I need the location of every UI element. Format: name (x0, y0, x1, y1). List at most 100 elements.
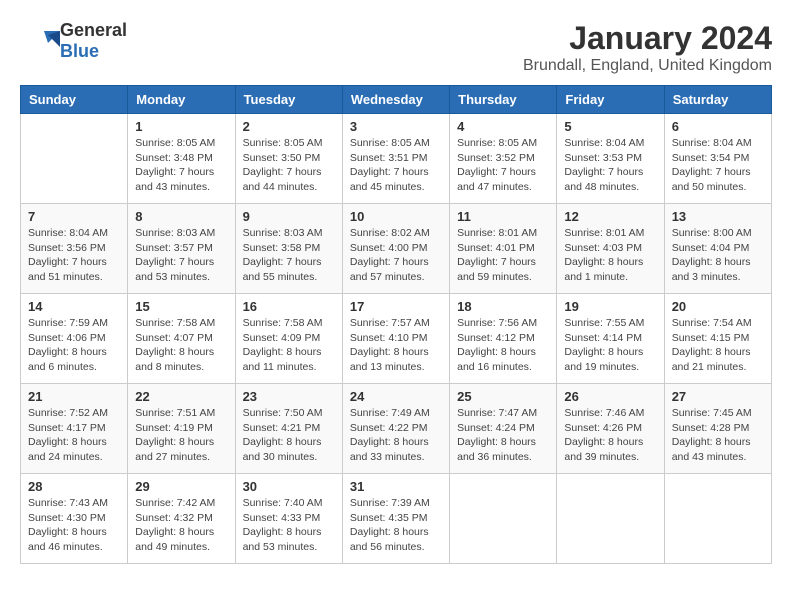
month-title: January 2024 (523, 20, 772, 57)
calendar-cell: 7 Sunrise: 8:04 AM Sunset: 3:56 PM Daylig… (21, 204, 128, 294)
calendar-cell: 17 Sunrise: 7:57 AM Sunset: 4:10 PM Dayli… (342, 294, 449, 384)
day-info: Sunrise: 7:49 AM Sunset: 4:22 PM Dayligh… (350, 406, 442, 465)
day-number: 31 (350, 479, 442, 494)
day-info: Sunrise: 8:00 AM Sunset: 4:04 PM Dayligh… (672, 226, 764, 285)
day-info: Sunrise: 7:57 AM Sunset: 4:10 PM Dayligh… (350, 316, 442, 375)
day-info: Sunrise: 7:46 AM Sunset: 4:26 PM Dayligh… (564, 406, 656, 465)
day-number: 4 (457, 119, 549, 134)
day-number: 30 (243, 479, 335, 494)
day-number: 14 (28, 299, 120, 314)
calendar-cell: 4Sunrise: 8:05 AM Sunset: 3:52 PM Daylig… (450, 114, 557, 204)
day-info: Sunrise: 7:55 AM Sunset: 4:14 PM Dayligh… (564, 316, 656, 375)
day-info: Sunrise: 8:05 AM Sunset: 3:48 PM Dayligh… (135, 136, 227, 195)
calendar-week-row: 28 Sunrise: 7:43 AM Sunset: 4:30 PM Dayli… (21, 474, 772, 564)
calendar-week-row: 21 Sunrise: 7:52 AM Sunset: 4:17 PM Dayli… (21, 384, 772, 474)
logo-blue: Blue (60, 41, 99, 61)
day-info: Sunrise: 8:04 AM Sunset: 3:54 PM Dayligh… (672, 136, 764, 195)
day-info: Sunrise: 7:58 AM Sunset: 4:07 PM Dayligh… (135, 316, 227, 375)
day-number: 26 (564, 389, 656, 404)
calendar-cell: 10Sunrise: 8:02 AM Sunset: 4:00 PM Dayli… (342, 204, 449, 294)
calendar-cell: 27 Sunrise: 7:45 AM Sunset: 4:28 PM Dayli… (664, 384, 771, 474)
calendar-table: SundayMondayTuesdayWednesdayThursdayFrid… (20, 85, 772, 564)
header: General Blue January 2024 Brundall, Engl… (20, 20, 772, 75)
calendar-cell: 2 Sunrise: 8:05 AM Sunset: 3:50 PM Daylig… (235, 114, 342, 204)
day-info: Sunrise: 8:04 AM Sunset: 3:53 PM Dayligh… (564, 136, 656, 195)
day-number: 1 (135, 119, 227, 134)
day-number: 11 (457, 209, 549, 224)
header-cell-monday: Monday (128, 86, 235, 114)
day-number: 6 (672, 119, 764, 134)
day-info: Sunrise: 7:58 AM Sunset: 4:09 PM Dayligh… (243, 316, 335, 375)
calendar-cell: 24 Sunrise: 7:49 AM Sunset: 4:22 PM Dayli… (342, 384, 449, 474)
calendar-cell: 8Sunrise: 8:03 AM Sunset: 3:57 PM Daylig… (128, 204, 235, 294)
calendar-cell (664, 474, 771, 564)
day-number: 19 (564, 299, 656, 314)
day-number: 7 (28, 209, 120, 224)
calendar-week-row: 1 Sunrise: 8:05 AM Sunset: 3:48 PM Daylig… (21, 114, 772, 204)
header-cell-thursday: Thursday (450, 86, 557, 114)
logo: General Blue (20, 20, 127, 62)
day-info: Sunrise: 8:01 AM Sunset: 4:03 PM Dayligh… (564, 226, 656, 285)
day-info: Sunrise: 7:56 AM Sunset: 4:12 PM Dayligh… (457, 316, 549, 375)
calendar-cell: 6 Sunrise: 8:04 AM Sunset: 3:54 PM Daylig… (664, 114, 771, 204)
calendar-cell: 12Sunrise: 8:01 AM Sunset: 4:03 PM Dayli… (557, 204, 664, 294)
calendar-cell: 29Sunrise: 7:42 AM Sunset: 4:32 PM Dayli… (128, 474, 235, 564)
day-info: Sunrise: 8:05 AM Sunset: 3:51 PM Dayligh… (350, 136, 442, 195)
day-info: Sunrise: 8:05 AM Sunset: 3:50 PM Dayligh… (243, 136, 335, 195)
day-info: Sunrise: 7:51 AM Sunset: 4:19 PM Dayligh… (135, 406, 227, 465)
location-title: Brundall, England, United Kingdom (523, 57, 772, 75)
day-info: Sunrise: 7:45 AM Sunset: 4:28 PM Dayligh… (672, 406, 764, 465)
day-info: Sunrise: 8:04 AM Sunset: 3:56 PM Dayligh… (28, 226, 120, 285)
header-cell-friday: Friday (557, 86, 664, 114)
day-number: 29 (135, 479, 227, 494)
day-info: Sunrise: 8:01 AM Sunset: 4:01 PM Dayligh… (457, 226, 549, 285)
day-number: 20 (672, 299, 764, 314)
day-number: 17 (350, 299, 442, 314)
title-area: January 2024 Brundall, England, United K… (523, 20, 772, 75)
header-cell-tuesday: Tuesday (235, 86, 342, 114)
calendar-cell (450, 474, 557, 564)
day-info: Sunrise: 7:43 AM Sunset: 4:30 PM Dayligh… (28, 496, 120, 555)
day-number: 21 (28, 389, 120, 404)
day-info: Sunrise: 7:39 AM Sunset: 4:35 PM Dayligh… (350, 496, 442, 555)
calendar-cell: 28 Sunrise: 7:43 AM Sunset: 4:30 PM Dayli… (21, 474, 128, 564)
day-number: 18 (457, 299, 549, 314)
calendar-week-row: 14Sunrise: 7:59 AM Sunset: 4:06 PM Dayli… (21, 294, 772, 384)
calendar-cell: 23Sunrise: 7:50 AM Sunset: 4:21 PM Dayli… (235, 384, 342, 474)
calendar-cell: 20 Sunrise: 7:54 AM Sunset: 4:15 PM Dayli… (664, 294, 771, 384)
day-number: 24 (350, 389, 442, 404)
day-info: Sunrise: 7:52 AM Sunset: 4:17 PM Dayligh… (28, 406, 120, 465)
calendar-cell: 3 Sunrise: 8:05 AM Sunset: 3:51 PM Daylig… (342, 114, 449, 204)
calendar-cell: 1 Sunrise: 8:05 AM Sunset: 3:48 PM Daylig… (128, 114, 235, 204)
day-number: 13 (672, 209, 764, 224)
calendar-cell: 30Sunrise: 7:40 AM Sunset: 4:33 PM Dayli… (235, 474, 342, 564)
day-info: Sunrise: 7:54 AM Sunset: 4:15 PM Dayligh… (672, 316, 764, 375)
day-number: 9 (243, 209, 335, 224)
calendar-cell: 15 Sunrise: 7:58 AM Sunset: 4:07 PM Dayli… (128, 294, 235, 384)
day-number: 15 (135, 299, 227, 314)
calendar-cell: 31 Sunrise: 7:39 AM Sunset: 4:35 PM Dayli… (342, 474, 449, 564)
day-number: 28 (28, 479, 120, 494)
calendar-header-row: SundayMondayTuesdayWednesdayThursdayFrid… (21, 86, 772, 114)
calendar-cell: 14Sunrise: 7:59 AM Sunset: 4:06 PM Dayli… (21, 294, 128, 384)
header-cell-saturday: Saturday (664, 86, 771, 114)
header-cell-sunday: Sunday (21, 86, 128, 114)
day-number: 3 (350, 119, 442, 134)
day-info: Sunrise: 8:02 AM Sunset: 4:00 PM Dayligh… (350, 226, 442, 285)
logo-general: General (60, 20, 127, 40)
calendar-cell: 9Sunrise: 8:03 AM Sunset: 3:58 PM Daylig… (235, 204, 342, 294)
day-number: 2 (243, 119, 335, 134)
calendar-cell: 26 Sunrise: 7:46 AM Sunset: 4:26 PM Dayli… (557, 384, 664, 474)
calendar-cell: 22Sunrise: 7:51 AM Sunset: 4:19 PM Dayli… (128, 384, 235, 474)
calendar-cell: 21 Sunrise: 7:52 AM Sunset: 4:17 PM Dayli… (21, 384, 128, 474)
calendar-cell: 18 Sunrise: 7:56 AM Sunset: 4:12 PM Dayli… (450, 294, 557, 384)
day-number: 16 (243, 299, 335, 314)
day-number: 27 (672, 389, 764, 404)
calendar-cell: 16 Sunrise: 7:58 AM Sunset: 4:09 PM Dayli… (235, 294, 342, 384)
day-info: Sunrise: 8:03 AM Sunset: 3:57 PM Dayligh… (135, 226, 227, 285)
calendar-cell: 25Sunrise: 7:47 AM Sunset: 4:24 PM Dayli… (450, 384, 557, 474)
day-info: Sunrise: 7:47 AM Sunset: 4:24 PM Dayligh… (457, 406, 549, 465)
calendar-cell: 19 Sunrise: 7:55 AM Sunset: 4:14 PM Dayli… (557, 294, 664, 384)
day-number: 5 (564, 119, 656, 134)
calendar-cell: 5 Sunrise: 8:04 AM Sunset: 3:53 PM Daylig… (557, 114, 664, 204)
